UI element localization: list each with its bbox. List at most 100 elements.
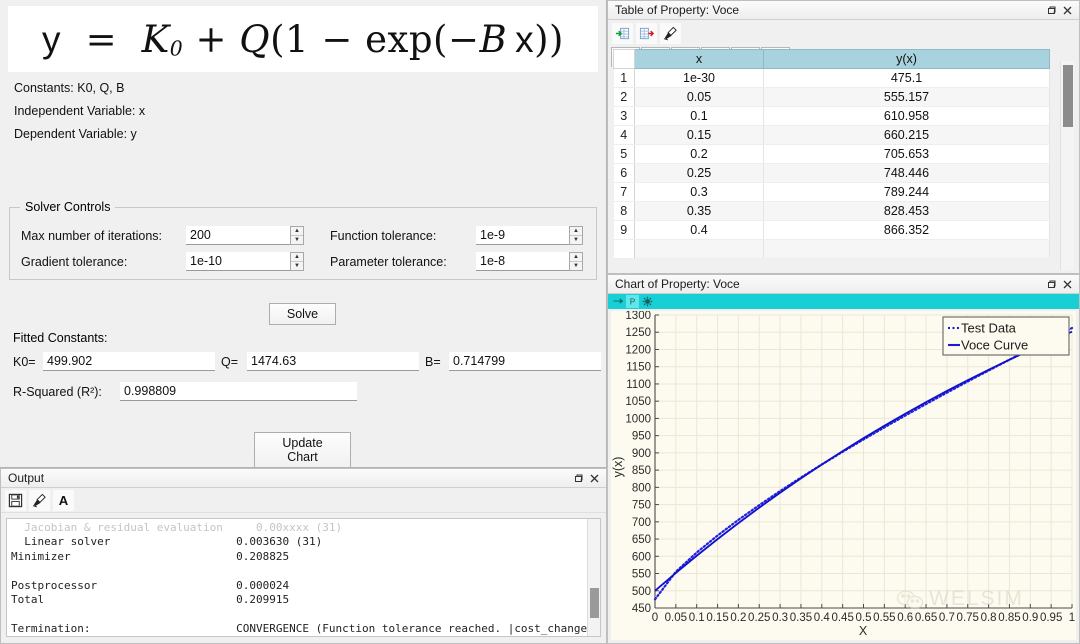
application-window: y = K0 + Q(1 − exp(−B x)) Constants: K0,… [0, 0, 1080, 644]
solve-button[interactable]: Solve [269, 303, 336, 325]
cell-y[interactable]: 610.958 [763, 106, 1050, 126]
table-row[interactable]: 7 0.3 789.244 [613, 182, 1050, 202]
cell-x[interactable]: 0.1 [634, 106, 764, 126]
chart-toolbar: P [608, 294, 1079, 309]
r-squared-label: R-Squared (R²): [13, 384, 102, 399]
property-table[interactable]: x y(x) 1 1e-30 475.1 2 0.05 555.157 3 0.1 610.… [613, 49, 1074, 271]
cell-x[interactable]: 0.25 [634, 163, 764, 183]
table-toolbar [608, 20, 1079, 45]
x-tick-label: 0.25 [748, 612, 770, 624]
cell-y[interactable]: 705.653 [763, 144, 1050, 164]
gradient-tolerance-spinner[interactable]: ▲▼ [186, 252, 304, 271]
x-tick-label: 0.45 [831, 612, 853, 624]
table-scrollbar[interactable] [1060, 61, 1074, 270]
export-table-icon[interactable] [636, 22, 657, 44]
table-row[interactable]: 9 0.4 866.352 [613, 220, 1050, 240]
font-icon[interactable]: A [53, 489, 74, 511]
clean-icon[interactable] [29, 489, 50, 511]
dependent-variable-line: Dependent Variable: y [14, 127, 137, 141]
float-icon[interactable] [1043, 2, 1059, 18]
x-tick-label: 0.2 [730, 612, 746, 624]
table-row[interactable]: 6 0.25 748.446 [613, 163, 1050, 183]
y-tick-label: 500 [632, 586, 651, 598]
cell-y[interactable]: 866.352 [763, 220, 1050, 240]
cell-y[interactable]: 789.244 [763, 182, 1050, 202]
table-row[interactable]: 3 0.1 610.958 [613, 106, 1050, 126]
close-icon[interactable] [1059, 2, 1075, 18]
chart-legend[interactable]: Test Data Voce Curve [942, 316, 1070, 356]
output-scrollbar[interactable] [587, 519, 600, 636]
output-scrollbar-thumb[interactable] [590, 588, 599, 618]
output-log[interactable]: Jacobian & residual evaluation 0.00xxxx … [6, 518, 601, 637]
row-number: 7 [613, 182, 635, 202]
update-chart-button[interactable]: Update Chart [254, 432, 351, 467]
formula-display: y = K0 + Q(1 − exp(−B x)) [8, 6, 598, 72]
gradient-tolerance-input[interactable] [186, 252, 290, 271]
cell-x[interactable]: 1e-30 [634, 68, 764, 88]
b-input[interactable] [449, 352, 601, 371]
cell-x[interactable]: 0.2 [634, 144, 764, 164]
table-row[interactable]: 4 0.15 660.215 [613, 125, 1050, 145]
chart-plot-area[interactable]: 450 500 550 600 650 700 750 800 850 900 950 1000 105… [611, 311, 1076, 640]
r-squared-input[interactable] [120, 382, 357, 401]
x-tick-label: 0.75 [957, 612, 979, 624]
float-icon[interactable] [570, 470, 586, 486]
clean-icon[interactable] [660, 22, 681, 44]
svg-text:P: P [630, 298, 636, 307]
cell-x[interactable]: 0.4 [634, 220, 764, 240]
table-panel-title: Table of Property: Voce [615, 3, 740, 17]
table-scrollbar-thumb[interactable] [1063, 65, 1073, 127]
output-panel-title: Output [8, 471, 45, 485]
parameter-tolerance-arrows[interactable]: ▲ ▼ [569, 252, 583, 271]
cell-x[interactable]: 0.3 [634, 182, 764, 202]
parameter-tolerance-spinner[interactable]: ▲▼ [476, 252, 583, 271]
cell-y[interactable]: 555.157 [763, 87, 1050, 107]
cell-y[interactable]: 748.446 [763, 163, 1050, 183]
row-number: 9 [613, 220, 635, 240]
y-axis-label: y(x) [611, 457, 625, 478]
cell-y[interactable] [763, 239, 1050, 259]
cell-y[interactable]: 660.215 [763, 125, 1050, 145]
y-tick-label: 1050 [625, 396, 651, 408]
function-tolerance-label: Function tolerance: [330, 228, 437, 243]
close-icon[interactable] [1059, 276, 1075, 292]
x-tick-label: 1 [1069, 612, 1075, 624]
q-input[interactable] [247, 352, 419, 371]
table-row[interactable] [613, 239, 1050, 259]
max-iterations-arrows[interactable]: ▲ ▼ [290, 226, 304, 245]
gradient-tolerance-arrows[interactable]: ▲ ▼ [290, 252, 304, 271]
cell-x[interactable]: 0.05 [634, 87, 764, 107]
table-row[interactable]: 2 0.05 555.157 [613, 87, 1050, 107]
svg-text:A: A [59, 493, 69, 508]
table-row[interactable]: 1 1e-30 475.1 [613, 68, 1050, 88]
close-icon[interactable] [586, 470, 602, 486]
parameter-tolerance-input[interactable] [476, 252, 569, 271]
y-tick-label: 700 [632, 517, 651, 529]
pointer-icon[interactable] [611, 295, 624, 308]
x-tick-label: 0.7 [939, 612, 955, 624]
max-iterations-spinner[interactable]: ▲▼ [186, 226, 304, 245]
column-header-x[interactable]: x [634, 49, 764, 69]
save-icon[interactable] [5, 489, 26, 511]
k0-input[interactable] [43, 352, 215, 371]
cell-x[interactable]: 0.35 [634, 201, 764, 221]
table-row[interactable]: 5 0.2 705.653 [613, 144, 1050, 164]
cell-x[interactable] [634, 239, 764, 259]
pan-icon[interactable]: P [626, 295, 639, 308]
function-tolerance-spinner[interactable]: ▲▼ [476, 226, 583, 245]
function-tolerance-input[interactable] [476, 226, 569, 245]
float-icon[interactable] [1043, 276, 1059, 292]
y-tick-label: 900 [632, 448, 651, 460]
cell-y[interactable]: 475.1 [763, 68, 1050, 88]
cell-y[interactable]: 828.453 [763, 201, 1050, 221]
settings-icon[interactable] [641, 295, 654, 308]
cell-x[interactable]: 0.15 [634, 125, 764, 145]
column-header-yx[interactable]: y(x) [763, 49, 1050, 69]
y-tick-label: 800 [632, 482, 651, 494]
y-tick-label: 950 [632, 431, 651, 443]
import-table-icon[interactable] [612, 22, 633, 44]
max-iterations-input[interactable] [186, 226, 290, 245]
table-header-row: x y(x) [613, 49, 1050, 69]
table-row[interactable]: 8 0.35 828.453 [613, 201, 1050, 221]
function-tolerance-arrows[interactable]: ▲ ▼ [569, 226, 583, 245]
